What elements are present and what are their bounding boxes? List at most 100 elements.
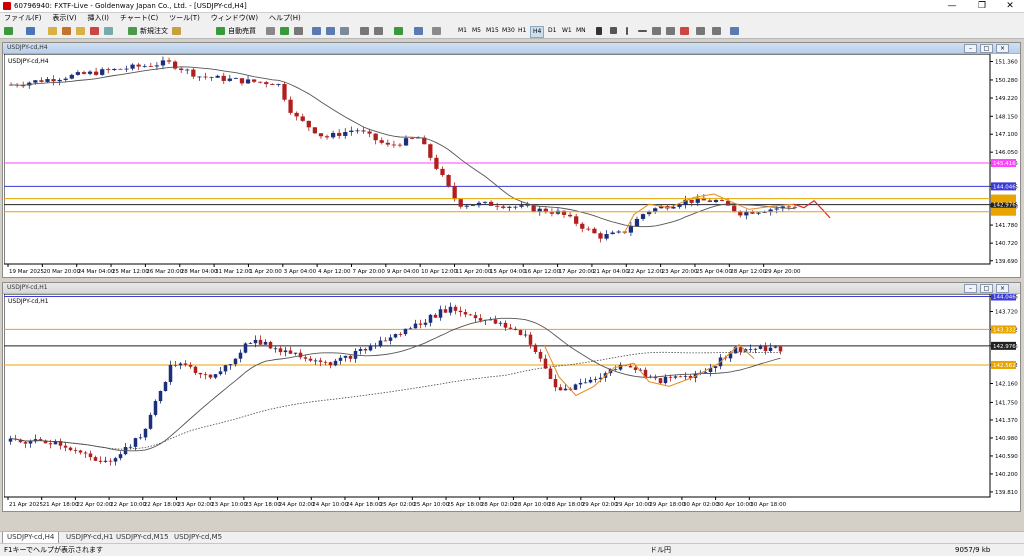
candle-body	[203, 76, 208, 78]
chart-window-h1-titlebar[interactable]: USDJPY-cd,H1 – □ ×	[3, 283, 1020, 294]
autoscroll-icon[interactable]	[360, 27, 369, 35]
market-watch-icon[interactable]	[48, 27, 57, 35]
candle-body	[518, 330, 523, 336]
tf-h4[interactable]: H4	[530, 26, 545, 38]
chart-h4-plot[interactable]: USDJPY-cd,H4 151.360 150.280 149.220 148.150…	[4, 54, 1018, 275]
auto-trading-button[interactable]: 自動売買	[228, 26, 256, 36]
tf-m15[interactable]: M15	[484, 26, 501, 36]
label-icon[interactable]	[712, 27, 721, 35]
restore-button[interactable]: ❐	[970, 0, 994, 12]
auto-trading-icon[interactable]	[216, 27, 225, 35]
chart-h4-maximize-button[interactable]: □	[980, 44, 993, 53]
chart-h1-close-button[interactable]: ×	[996, 284, 1009, 293]
chart-h1-minimize-button[interactable]: –	[964, 284, 977, 293]
arrows-icon[interactable]	[730, 27, 739, 35]
candle-body	[106, 69, 111, 71]
zoom-in-icon[interactable]	[312, 27, 321, 35]
crosshair-icon[interactable]	[610, 27, 617, 34]
candle-body	[453, 306, 458, 311]
text-icon[interactable]	[696, 27, 705, 35]
tf-m1[interactable]: M1	[456, 26, 469, 36]
candle-body	[719, 200, 725, 201]
trendline-icon[interactable]	[652, 27, 661, 35]
candle-body	[248, 343, 253, 345]
channel-icon[interactable]	[666, 27, 675, 35]
tf-w1[interactable]: W1	[560, 26, 574, 36]
periods-icon[interactable]	[414, 27, 423, 35]
tf-mn[interactable]: MN	[574, 26, 588, 36]
horizontal-line-icon[interactable]	[638, 30, 647, 32]
candle-body	[558, 387, 563, 391]
menu-tools[interactable]: ツール(T)	[165, 13, 204, 24]
new-order-icon[interactable]	[128, 27, 137, 35]
price-label: 139.690	[995, 259, 1018, 265]
candle-body	[337, 132, 342, 136]
tab-usdjpy-m15[interactable]: USDJPY-cd,M15	[112, 532, 173, 543]
new-order-button[interactable]: 新規注文	[140, 26, 168, 36]
menu-chart[interactable]: チャート(C)	[116, 13, 162, 24]
status-symbol: ドル円	[650, 546, 671, 554]
chart-label: USDJPY-cd,H4	[8, 58, 49, 65]
tf-m5[interactable]: M5	[470, 26, 483, 36]
minimize-button[interactable]: —	[940, 0, 964, 12]
terminal-icon[interactable]	[90, 27, 99, 35]
time-label: 23 Apr 02:00	[177, 502, 213, 508]
menu-window[interactable]: ウィンドウ(W)	[207, 13, 262, 24]
time-label: 28 Apr 12:00	[730, 269, 766, 275]
candle-body	[413, 323, 418, 329]
candlestick-icon[interactable]	[280, 27, 289, 35]
window-title: 60796940: FXTF-Live - Goldenway Japan Co…	[14, 2, 247, 10]
menu-view[interactable]: 表示(V)	[48, 13, 80, 24]
close-button[interactable]: ✕	[998, 0, 1022, 12]
candle-body	[108, 460, 113, 462]
templates-icon[interactable]	[432, 27, 441, 35]
chart-h1-maximize-button[interactable]: □	[980, 284, 993, 293]
candle-body	[28, 441, 33, 444]
zoom-out-icon[interactable]	[326, 27, 335, 35]
chart-window-h1[interactable]: USDJPY-cd,H1 – □ × USDJPY-cd,H1 144.046 14…	[2, 282, 1021, 512]
tf-d1[interactable]: D1	[546, 26, 558, 36]
time-label: 9 Apr 04:00	[387, 269, 420, 275]
cursor-icon[interactable]	[596, 27, 602, 35]
line-chart-icon[interactable]	[294, 27, 303, 35]
menu-help[interactable]: ヘルプ(H)	[265, 13, 305, 24]
time-label: 30 Apr 10:00	[717, 502, 753, 508]
data-window-icon[interactable]	[62, 27, 71, 35]
tab-usdjpy-h1[interactable]: USDJPY-cd,H1	[62, 532, 117, 543]
chart-window-h4-titlebar[interactable]: USDJPY-cd,H4 – □ ×	[3, 43, 1020, 54]
price-label: 140.720	[995, 241, 1018, 247]
tile-windows-icon[interactable]	[340, 27, 349, 35]
metaeditor-icon[interactable]	[172, 27, 181, 35]
menu-insert[interactable]: 挿入(I)	[84, 13, 114, 24]
candle-body	[361, 130, 366, 132]
navigator-icon[interactable]	[76, 27, 85, 35]
tf-m30[interactable]: M30	[500, 26, 517, 36]
bar-chart-icon[interactable]	[266, 27, 275, 35]
candle-body	[668, 376, 673, 378]
strategy-tester-icon[interactable]	[104, 27, 113, 35]
candle-body	[270, 84, 275, 85]
candle-body	[233, 358, 238, 365]
tab-usdjpy-m5[interactable]: USDJPY-cd,M5	[170, 532, 226, 543]
tf-h1[interactable]: H1	[516, 26, 528, 36]
time-label: 25 Apr 10:00	[413, 502, 449, 508]
candle-body	[753, 348, 758, 350]
menu-file[interactable]: ファイル(F)	[0, 13, 46, 24]
time-label: 25 Apr 04:00	[696, 269, 732, 275]
candle-body	[756, 212, 761, 214]
chart-h4-close-button[interactable]: ×	[996, 44, 1009, 53]
new-chart-icon[interactable]	[4, 27, 13, 35]
fibonacci-icon[interactable]	[680, 27, 689, 35]
indicators-icon[interactable]	[394, 27, 403, 35]
candle-body	[391, 144, 397, 146]
time-label: 28 Mar 04:00	[181, 269, 218, 275]
chart-window-h4[interactable]: USDJPY-cd,H4 – □ × USDJPY-cd,H4 151.360 15…	[2, 42, 1021, 278]
chart-h4-minimize-button[interactable]: –	[964, 44, 977, 53]
candle-body	[468, 314, 473, 316]
chart-shift-icon[interactable]	[374, 27, 383, 35]
candle-body	[312, 127, 318, 134]
vertical-line-icon[interactable]	[626, 27, 628, 35]
profiles-icon[interactable]	[26, 27, 35, 35]
chart-h1-plot[interactable]: USDJPY-cd,H1 144.046 143.720 143.332 142.976…	[4, 294, 1018, 509]
time-label: 20 Mar 20:00	[43, 269, 80, 275]
